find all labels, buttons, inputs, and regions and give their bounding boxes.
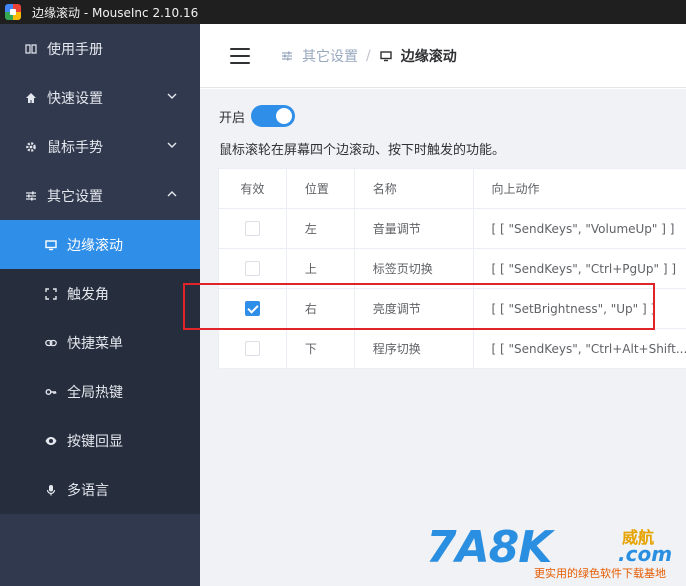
sidebar-item-language[interactable]: 多语言 [0, 465, 200, 514]
breadcrumb: 其它设置 / 边缘滚动 [280, 46, 457, 66]
enabled-checkbox[interactable] [244, 221, 260, 236]
link-icon [44, 336, 58, 350]
gear-icon [24, 140, 38, 154]
table-row[interactable]: 左 音量调节 [ [ "SendKeys", "VolumeUp" ] ] [219, 209, 686, 249]
watermark: 7A8K 威航 .com 更实用的绿色软件下载基地 [424, 520, 686, 586]
corners-icon [44, 287, 58, 301]
window-title: 边缘滚动 - MouseInc 2.10.16 [32, 5, 199, 20]
action-cell: [ [ "SendKeys", "VolumeUp" ] ] [474, 209, 686, 249]
position-cell: 下 [286, 329, 355, 369]
sidebar-item-global-hotkeys[interactable]: 全局热键 [0, 367, 200, 416]
breadcrumb-parent-label: 其它设置 [302, 48, 358, 65]
enable-toggle[interactable] [251, 105, 296, 127]
sidebar-item-quick-settings[interactable]: 快速设置 [0, 73, 200, 122]
book-icon [24, 42, 38, 56]
sidebar-item-label: 全局热键 [67, 384, 123, 401]
sidebar: 使用手册 快速设置 鼠标手势 其它设置 边缘滚动 触发角 快捷菜单 全局热键 按… [0, 24, 200, 586]
enabled-checkbox[interactable] [244, 341, 260, 356]
position-cell: 左 [286, 209, 355, 249]
watermark-domain: .com [618, 542, 673, 566]
app-logo-icon [5, 4, 21, 20]
title-bar: 边缘滚动 - MouseInc 2.10.16 [0, 0, 686, 24]
sidebar-item-key-echo[interactable]: 按键回显 [0, 416, 200, 465]
enable-row: 开启 [219, 105, 296, 127]
column-header-up-action[interactable]: 向上动作 [474, 169, 686, 209]
sliders-icon [24, 189, 38, 203]
name-cell: 音量调节 [354, 209, 475, 249]
sidebar-item-mouse-gestures[interactable]: 鼠标手势 [0, 122, 200, 171]
column-header-position[interactable]: 位置 [286, 169, 355, 209]
column-header-name[interactable]: 名称 [354, 169, 475, 209]
sidebar-item-label: 鼠标手势 [47, 139, 103, 156]
sidebar-item-label: 多语言 [67, 482, 109, 499]
sidebar-item-label: 边缘滚动 [67, 237, 123, 254]
breadcrumb-separator: / [366, 47, 371, 64]
action-cell: [ [ "SendKeys", "Ctrl+Alt+Shift... [474, 329, 686, 369]
sidebar-item-label: 触发角 [67, 286, 109, 303]
sidebar-item-edge-scroll[interactable]: 边缘滚动 [0, 220, 200, 269]
watermark-brand: 7A8K [426, 522, 552, 573]
monitor-icon [379, 49, 393, 63]
hamburger-menu-icon[interactable] [230, 47, 250, 64]
eye-icon [44, 434, 58, 448]
table-row[interactable]: 下 程序切换 [ [ "SendKeys", "Ctrl+Alt+Shift..… [219, 329, 686, 369]
chevron-down-icon [166, 90, 178, 102]
sliders-icon [280, 49, 294, 63]
breadcrumb-parent[interactable]: 其它设置 [280, 46, 358, 66]
sidebar-item-quick-menu[interactable]: 快捷菜单 [0, 318, 200, 367]
name-cell: 程序切换 [354, 329, 475, 369]
breadcrumb-current: 边缘滚动 [379, 46, 457, 66]
table-header-row: 有效 位置 名称 向上动作 [219, 169, 686, 209]
key-icon [44, 385, 58, 399]
sidebar-item-label: 快捷菜单 [67, 335, 123, 352]
header: 其它设置 / 边缘滚动 [200, 24, 686, 88]
sidebar-item-other-settings[interactable]: 其它设置 [0, 171, 200, 220]
edge-scroll-table: 有效 位置 名称 向上动作 左 音量调节 [ [ "SendKeys", "Vo… [218, 168, 686, 369]
chevron-up-icon [166, 188, 178, 200]
breadcrumb-current-label: 边缘滚动 [400, 48, 457, 65]
sidebar-item-label: 其它设置 [47, 188, 103, 205]
enabled-checkbox[interactable] [244, 261, 260, 276]
watermark-slogan: 更实用的绿色软件下载基地 [534, 567, 666, 580]
sidebar-item-label: 按键回显 [67, 433, 123, 450]
enable-label: 开启 [219, 110, 246, 126]
sidebar-item-label: 使用手册 [47, 41, 103, 58]
chevron-down-icon [166, 139, 178, 151]
column-header-enabled[interactable]: 有效 [219, 169, 287, 209]
mic-icon [44, 483, 58, 497]
sidebar-item-trigger-corner[interactable]: 触发角 [0, 269, 200, 318]
description-text: 鼠标滚轮在屏幕四个边滚动、按下时触发的功能。 [219, 143, 506, 158]
home-icon [24, 91, 38, 105]
sidebar-item-manual[interactable]: 使用手册 [0, 24, 200, 73]
main-content: 开启 鼠标滚轮在屏幕四个边滚动、按下时触发的功能。 有效 位置 名称 向上动作 … [200, 89, 686, 586]
highlight-annotation [183, 283, 655, 330]
monitor-icon [44, 238, 58, 252]
sidebar-item-label: 快速设置 [47, 90, 103, 107]
